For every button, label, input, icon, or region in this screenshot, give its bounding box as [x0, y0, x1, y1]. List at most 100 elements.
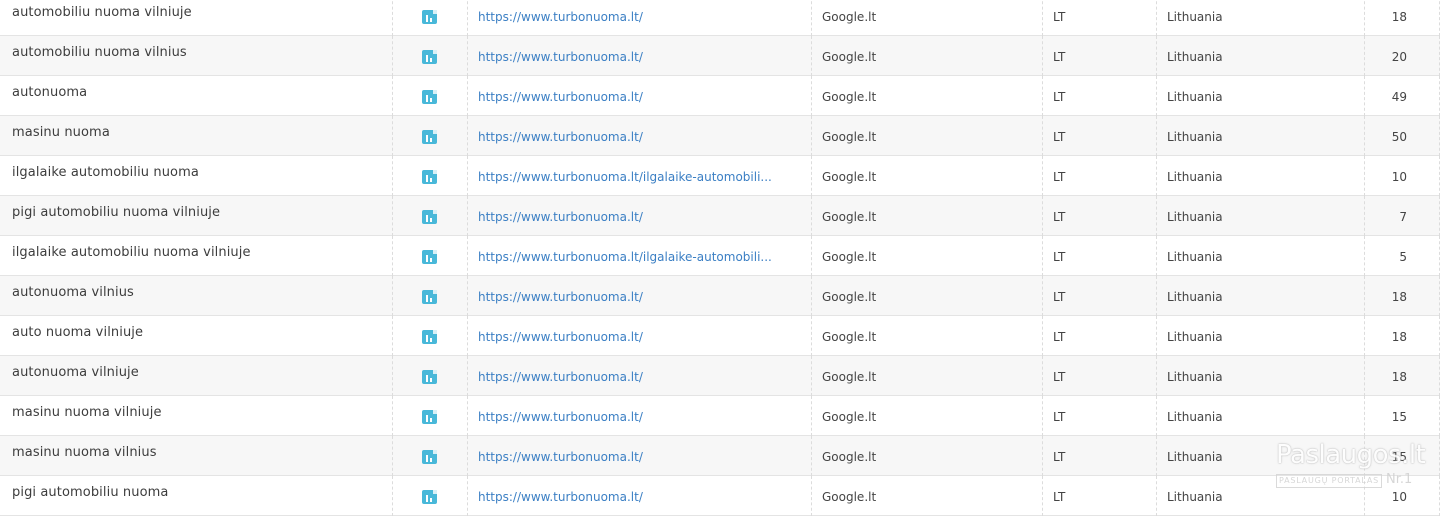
ranking-url-link[interactable]: https://www.turbonuoma.lt/: [478, 130, 778, 144]
report-cell: [392, 36, 467, 76]
chart-report-icon[interactable]: [422, 490, 437, 504]
location-cell: Lithuania: [1156, 436, 1364, 476]
search-engine-text: Google.lt: [822, 490, 877, 504]
ranking-url-link[interactable]: https://www.turbonuoma.lt/: [478, 450, 778, 464]
ranking-url-link[interactable]: https://www.turbonuoma.lt/: [478, 50, 778, 64]
url-cell: https://www.turbonuoma.lt/: [467, 0, 811, 36]
search-engine-text: Google.lt: [822, 250, 877, 264]
keyword-cell: autonuoma: [0, 76, 392, 116]
search-engine-text: Google.lt: [822, 90, 877, 104]
ranking-url-link[interactable]: https://www.turbonuoma.lt/ilgalaike-auto…: [478, 170, 778, 184]
report-cell: [392, 196, 467, 236]
country-code-text: LT: [1053, 90, 1066, 104]
search-engine-cell: Google.lt: [811, 356, 1042, 396]
report-cell: [392, 436, 467, 476]
keyword-cell: pigi automobiliu nuoma: [0, 476, 392, 516]
country-code-cell: LT: [1042, 116, 1156, 156]
keyword-text: autonuoma vilnius: [12, 285, 134, 300]
chart-report-icon[interactable]: [422, 370, 437, 384]
table-row: autonuoma vilniuje https://www.turbonuom…: [0, 356, 1440, 396]
chart-report-icon[interactable]: [422, 10, 437, 24]
ranking-url-link[interactable]: https://www.turbonuoma.lt/: [478, 330, 778, 344]
table-row: automobiliu nuoma vilnius https://www.tu…: [0, 36, 1440, 76]
search-engine-cell: Google.lt: [811, 76, 1042, 116]
keyword-cell: auto nuoma vilniuje: [0, 316, 392, 356]
position-cell: 15: [1364, 436, 1440, 476]
chart-report-icon[interactable]: [422, 210, 437, 224]
search-engine-cell: Google.lt: [811, 436, 1042, 476]
search-engine-text: Google.lt: [822, 410, 877, 424]
country-code-text: LT: [1053, 130, 1066, 144]
ranking-url-link[interactable]: https://www.turbonuoma.lt/: [478, 370, 778, 384]
chart-report-icon[interactable]: [422, 250, 437, 264]
ranking-url-link[interactable]: https://www.turbonuoma.lt/: [478, 410, 778, 424]
table-row: ilgalaike automobiliu nuoma https://www.…: [0, 156, 1440, 196]
country-code-cell: LT: [1042, 476, 1156, 516]
country-code-cell: LT: [1042, 396, 1156, 436]
search-engine-cell: Google.lt: [811, 476, 1042, 516]
position-value: 49: [1391, 90, 1407, 104]
country-code-text: LT: [1053, 10, 1066, 24]
search-engine-cell: Google.lt: [811, 316, 1042, 356]
search-engine-text: Google.lt: [822, 330, 877, 344]
chart-report-icon[interactable]: [422, 170, 437, 184]
url-cell: https://www.turbonuoma.lt/: [467, 316, 811, 356]
ranking-url-link[interactable]: https://www.turbonuoma.lt/: [478, 90, 778, 104]
position-cell: 7: [1364, 196, 1440, 236]
table-row: autonuoma vilnius https://www.turbonuoma…: [0, 276, 1440, 316]
location-text: Lithuania: [1167, 170, 1223, 184]
location-text: Lithuania: [1167, 370, 1223, 384]
keyword-text: masinu nuoma: [12, 125, 110, 140]
ranking-url-link[interactable]: https://www.turbonuoma.lt/: [478, 210, 778, 224]
country-code-cell: LT: [1042, 36, 1156, 76]
location-cell: Lithuania: [1156, 156, 1364, 196]
table-row: ilgalaike automobiliu nuoma vilniuje htt…: [0, 236, 1440, 276]
country-code-text: LT: [1053, 330, 1066, 344]
country-code-text: LT: [1053, 250, 1066, 264]
url-cell: https://www.turbonuoma.lt/: [467, 36, 811, 76]
country-code-cell: LT: [1042, 0, 1156, 36]
report-cell: [392, 276, 467, 316]
keyword-text: pigi automobiliu nuoma vilniuje: [12, 205, 221, 220]
country-code-cell: LT: [1042, 156, 1156, 196]
country-code-text: LT: [1053, 210, 1066, 224]
country-code-text: LT: [1053, 410, 1066, 424]
ranking-url-link[interactable]: https://www.turbonuoma.lt/: [478, 10, 778, 24]
position-value: 18: [1391, 370, 1407, 384]
chart-report-icon[interactable]: [422, 90, 437, 104]
position-cell: 5: [1364, 236, 1440, 276]
country-code-text: LT: [1053, 490, 1066, 504]
chart-report-icon[interactable]: [422, 130, 437, 144]
chart-report-icon[interactable]: [422, 50, 437, 64]
table-row: masinu nuoma vilniuje https://www.turbon…: [0, 396, 1440, 436]
keyword-cell: masinu nuoma vilniuje: [0, 396, 392, 436]
chart-report-icon[interactable]: [422, 450, 437, 464]
location-text: Lithuania: [1167, 450, 1223, 464]
chart-report-icon[interactable]: [422, 290, 437, 304]
chart-report-icon[interactable]: [422, 330, 437, 344]
location-text: Lithuania: [1167, 490, 1223, 504]
keyword-text: ilgalaike automobiliu nuoma vilniuje: [12, 245, 251, 260]
position-value: 18: [1391, 290, 1407, 304]
report-cell: [392, 396, 467, 436]
keyword-cell: autonuoma vilniuje: [0, 356, 392, 396]
position-cell: 18: [1364, 0, 1440, 36]
location-cell: Lithuania: [1156, 356, 1364, 396]
search-engine-cell: Google.lt: [811, 156, 1042, 196]
search-engine-text: Google.lt: [822, 50, 877, 64]
position-cell: 18: [1364, 276, 1440, 316]
country-code-cell: LT: [1042, 196, 1156, 236]
keyword-cell: ilgalaike automobiliu nuoma vilniuje: [0, 236, 392, 276]
report-cell: [392, 316, 467, 356]
chart-report-icon[interactable]: [422, 410, 437, 424]
table-row: masinu nuoma vilnius https://www.turbonu…: [0, 436, 1440, 476]
position-value: 7: [1399, 210, 1407, 224]
position-value: 5: [1399, 250, 1407, 264]
ranking-url-link[interactable]: https://www.turbonuoma.lt/: [478, 290, 778, 304]
keyword-cell: autonuoma vilnius: [0, 276, 392, 316]
url-cell: https://www.turbonuoma.lt/: [467, 276, 811, 316]
country-code-text: LT: [1053, 50, 1066, 64]
ranking-url-link[interactable]: https://www.turbonuoma.lt/ilgalaike-auto…: [478, 250, 778, 264]
location-cell: Lithuania: [1156, 236, 1364, 276]
ranking-url-link[interactable]: https://www.turbonuoma.lt/: [478, 490, 778, 504]
